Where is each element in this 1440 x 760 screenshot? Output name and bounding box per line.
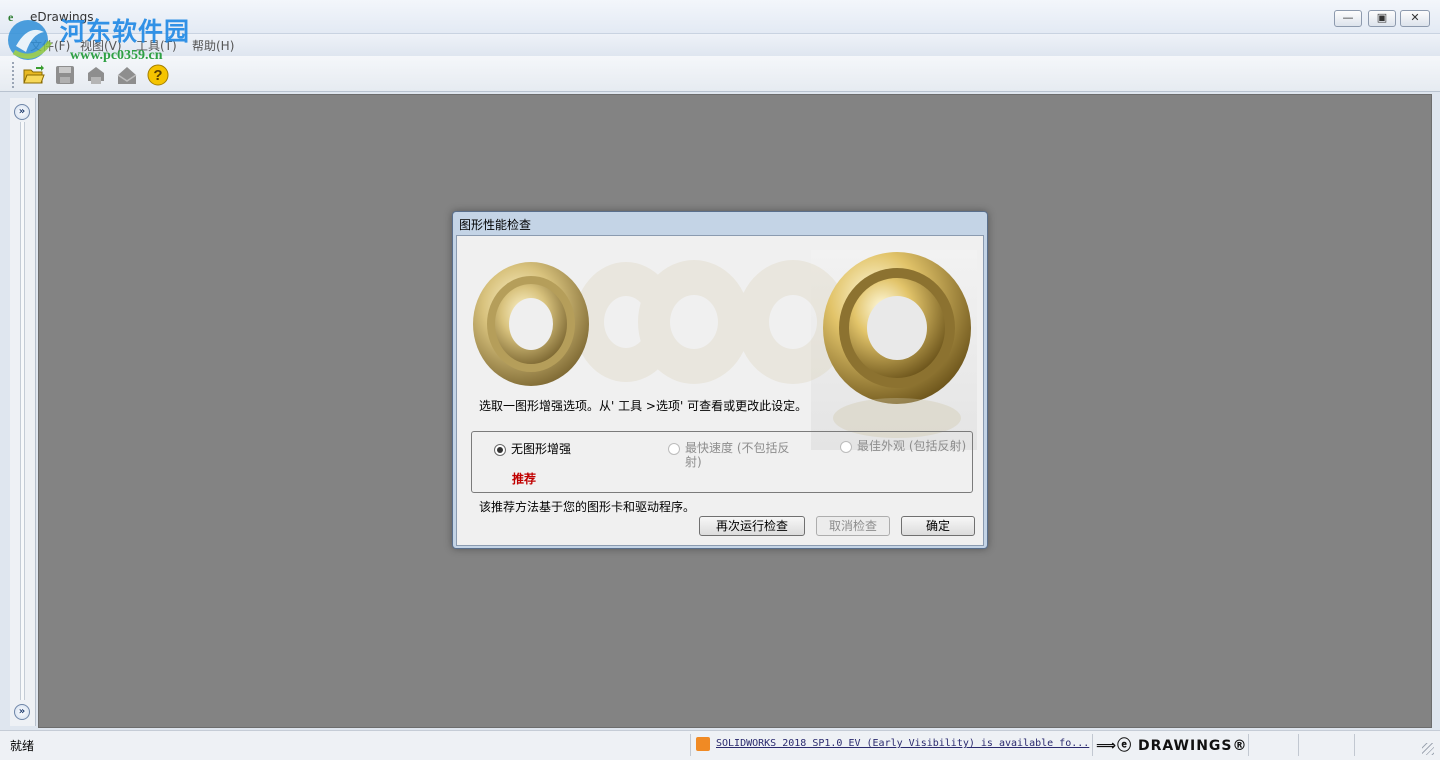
expand-pane-top-button[interactable]: » — [14, 104, 30, 120]
options-group: 无图形增强 最快速度 (不包括反射) 最佳外观 (包括反射) 推荐 — [471, 431, 973, 493]
dialog-body: 选取一图形增强选项。从' 工具 >选项' 可查看或更改此设定。 无图形增强 最快… — [456, 235, 984, 546]
minimize-button[interactable]: — — [1334, 10, 1362, 27]
rerun-check-button[interactable]: 再次运行检查 — [699, 516, 805, 536]
radio-fastest-speed — [668, 443, 680, 455]
menu-bar: 文件(F) 视图(V) 工具(T) 帮助(H) — [0, 34, 1440, 56]
option-fastest-speed-label: 最快速度 (不包括反射) — [685, 441, 790, 469]
cancel-check-button: 取消检查 — [816, 516, 890, 536]
status-bar: 就绪 SOLIDWORKS 2018 SP1.0 EV (Early Visib… — [0, 730, 1440, 760]
status-separator — [1354, 734, 1355, 756]
help-icon[interactable]: ? — [146, 63, 170, 87]
open-folder-icon[interactable] — [22, 63, 46, 87]
edrawings-logo-text: DRAWINGS® — [1137, 738, 1248, 754]
side-pane: » » — [10, 98, 36, 726]
close-button[interactable]: ✕ — [1400, 10, 1430, 27]
edrawings-app-icon: e — [8, 10, 14, 24]
option-best-appearance-label: 最佳外观 (包括反射) — [857, 439, 967, 453]
send-icon[interactable] — [115, 63, 139, 87]
menu-tools[interactable]: 工具(T) — [136, 37, 177, 54]
menu-file[interactable]: 文件(F) — [30, 37, 70, 54]
dialog-instruction: 选取一图形增强选项。从' 工具 >选项' 可查看或更改此设定。 — [479, 399, 808, 413]
ok-button[interactable]: 确定 — [901, 516, 975, 536]
menu-view[interactable]: 视图(V) — [80, 37, 122, 54]
dialog-title: 图形性能检查 — [459, 218, 532, 232]
toolbar: ? — [0, 56, 1440, 92]
recommended-label: 推荐 — [512, 472, 537, 486]
resize-grip[interactable] — [1422, 743, 1434, 755]
expand-pane-bottom-button[interactable]: » — [14, 704, 30, 720]
status-separator — [1248, 734, 1249, 756]
status-ready: 就绪 — [10, 739, 35, 753]
maximize-button[interactable]: ▣ — [1368, 10, 1396, 27]
arrow-e-icon: ⟹ⓔ — [1096, 738, 1133, 754]
side-pane-splitter[interactable] — [20, 122, 25, 700]
radio-no-enhancement[interactable] — [494, 444, 506, 456]
save-icon[interactable] — [53, 63, 77, 87]
dialog-note: 该推荐方法基于您的图形卡和驱动程序。 — [479, 500, 696, 514]
window-title: eDrawings — [30, 10, 94, 24]
status-separator — [1298, 734, 1299, 756]
option-best-appearance: 最佳外观 (包括反射) — [840, 439, 977, 453]
menu-help[interactable]: 帮助(H) — [192, 37, 234, 54]
radio-best-appearance — [840, 441, 852, 453]
bearing-banner-image — [473, 250, 977, 450]
title-bar: e eDrawings — ▣ ✕ — [0, 0, 1440, 34]
option-no-enhancement[interactable]: 无图形增强 — [494, 442, 571, 456]
status-separator — [1092, 734, 1093, 756]
option-no-enhancement-label: 无图形增强 — [511, 442, 572, 456]
rss-icon[interactable] — [696, 737, 710, 751]
svg-text:?: ? — [153, 67, 162, 84]
status-separator — [690, 734, 691, 756]
toolbar-grip[interactable] — [12, 62, 15, 88]
graphics-performance-dialog: 图形性能检查 选取一图形增强选项。从' 工具 >选项' 可查看或更改此设定。 无… — [452, 211, 988, 549]
edrawings-logo: ⟹ⓔ DRAWINGS® — [1096, 735, 1248, 755]
print-icon[interactable] — [84, 63, 108, 87]
option-fastest-speed: 最快速度 (不包括反射) — [668, 441, 805, 469]
status-news-link[interactable]: SOLIDWORKS 2018 SP1.0 EV (Early Visibili… — [716, 738, 1090, 749]
